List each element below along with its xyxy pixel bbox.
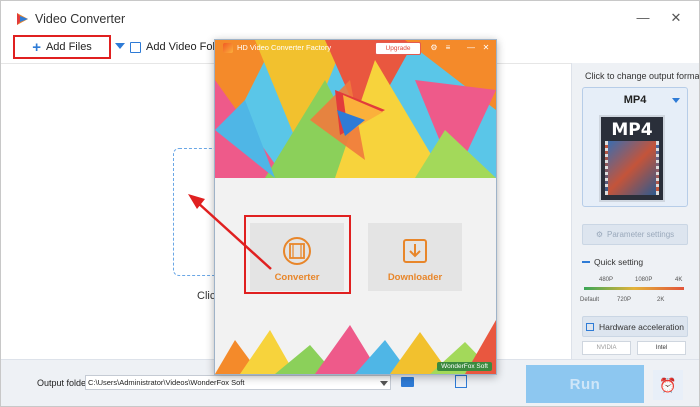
launcher-close-icon[interactable]: ✕: [481, 42, 491, 53]
alarm-clock-icon[interactable]: ⏰: [653, 370, 683, 400]
output-format-selector[interactable]: MP4 MP4: [582, 87, 688, 207]
format-dropdown-icon: [672, 98, 680, 103]
nvidia-option[interactable]: NVIDIA: [582, 341, 631, 355]
res-label-2k: 2K: [657, 297, 665, 303]
output-folder-dropdown-icon[interactable]: [380, 381, 388, 386]
launcher-title-bar: HD Video Converter Factory Upgrade ⚙ ≡ —…: [215, 40, 496, 56]
launcher-body: Converter Downloader WonderFox Soft: [215, 178, 496, 374]
output-folder-label: Output folder:: [37, 378, 92, 388]
launcher-banner: HD Video Converter Factory Upgrade ⚙ ≡ —…: [215, 40, 496, 178]
output-panel: Click to change output format: MP4 MP4 ⚙…: [571, 63, 700, 359]
hardware-acceleration-label: Hardware acceleration: [598, 321, 685, 332]
parameter-settings-label: Parameter settings: [607, 230, 675, 239]
output-setting-icon[interactable]: [455, 375, 467, 388]
title-bar: Video Converter — ✕: [1, 1, 699, 35]
intel-option[interactable]: Intel: [637, 341, 686, 355]
launcher-window: HD Video Converter Factory Upgrade ⚙ ≡ —…: [214, 39, 497, 375]
brand-label: WonderFox Soft: [437, 362, 492, 371]
intel-label: Intel: [655, 345, 668, 351]
launcher-minimize-icon[interactable]: —: [466, 42, 476, 53]
mp4-thumb-label: MP4: [611, 120, 653, 140]
quality-slider[interactable]: [584, 287, 684, 290]
settings-icon[interactable]: ⚙: [429, 42, 439, 53]
plus-icon: +: [32, 38, 41, 56]
app-window: Video Converter — ✕ + Add Files Add Vide…: [0, 0, 700, 407]
quick-setting: Quick setting: [582, 257, 643, 267]
res-label-720p: 720P: [617, 297, 632, 303]
open-folder-icon[interactable]: [401, 377, 414, 387]
folder-icon: [130, 41, 141, 53]
quick-setting-label: Quick setting: [594, 257, 644, 267]
menu-icon[interactable]: ≡: [443, 42, 453, 53]
add-files-button[interactable]: + Add Files: [13, 35, 111, 59]
parameter-settings-button[interactable]: ⚙ Parameter settings: [582, 224, 688, 245]
close-icon[interactable]: ✕: [666, 9, 686, 27]
mp4-format-icon: MP4: [599, 115, 665, 202]
converter-highlight-box: [244, 215, 351, 294]
gpu-options: NVIDIA Intel: [582, 341, 686, 355]
res-label-1080p: 1080P: [635, 277, 653, 283]
app-logo-icon: [17, 13, 28, 25]
res-label-4k: 4K: [675, 277, 683, 283]
add-files-label: Add Files: [45, 41, 92, 53]
banner-triangles-image: [215, 40, 496, 178]
downloader-label: Downloader: [387, 272, 443, 283]
minimize-icon[interactable]: —: [633, 9, 653, 27]
chip-icon: [585, 322, 594, 331]
settings-sliders-icon: ⚙: [595, 230, 604, 239]
format-hint: Click to change output format:: [585, 71, 700, 81]
res-label-480p: 480P: [599, 277, 614, 283]
film-strip-icon: [605, 141, 659, 195]
output-folder-field[interactable]: C:\Users\Administrator\Videos\WonderFox …: [85, 375, 391, 390]
nvidia-label: NVIDIA: [596, 345, 617, 351]
res-label-default: Default: [580, 297, 600, 303]
hardware-acceleration-button[interactable]: Hardware acceleration: [582, 316, 688, 337]
download-icon: [403, 239, 427, 263]
launcher-logo-icon: [223, 43, 233, 53]
downloader-tile[interactable]: Downloader: [368, 223, 462, 291]
add-files-dropdown-icon[interactable]: [115, 43, 125, 49]
upgrade-button[interactable]: Upgrade: [375, 42, 421, 55]
quick-setting-icon: [582, 261, 590, 263]
run-button[interactable]: Run: [526, 365, 644, 403]
launcher-title: HD Video Converter Factory: [237, 43, 332, 52]
window-title: Video Converter: [35, 12, 126, 26]
